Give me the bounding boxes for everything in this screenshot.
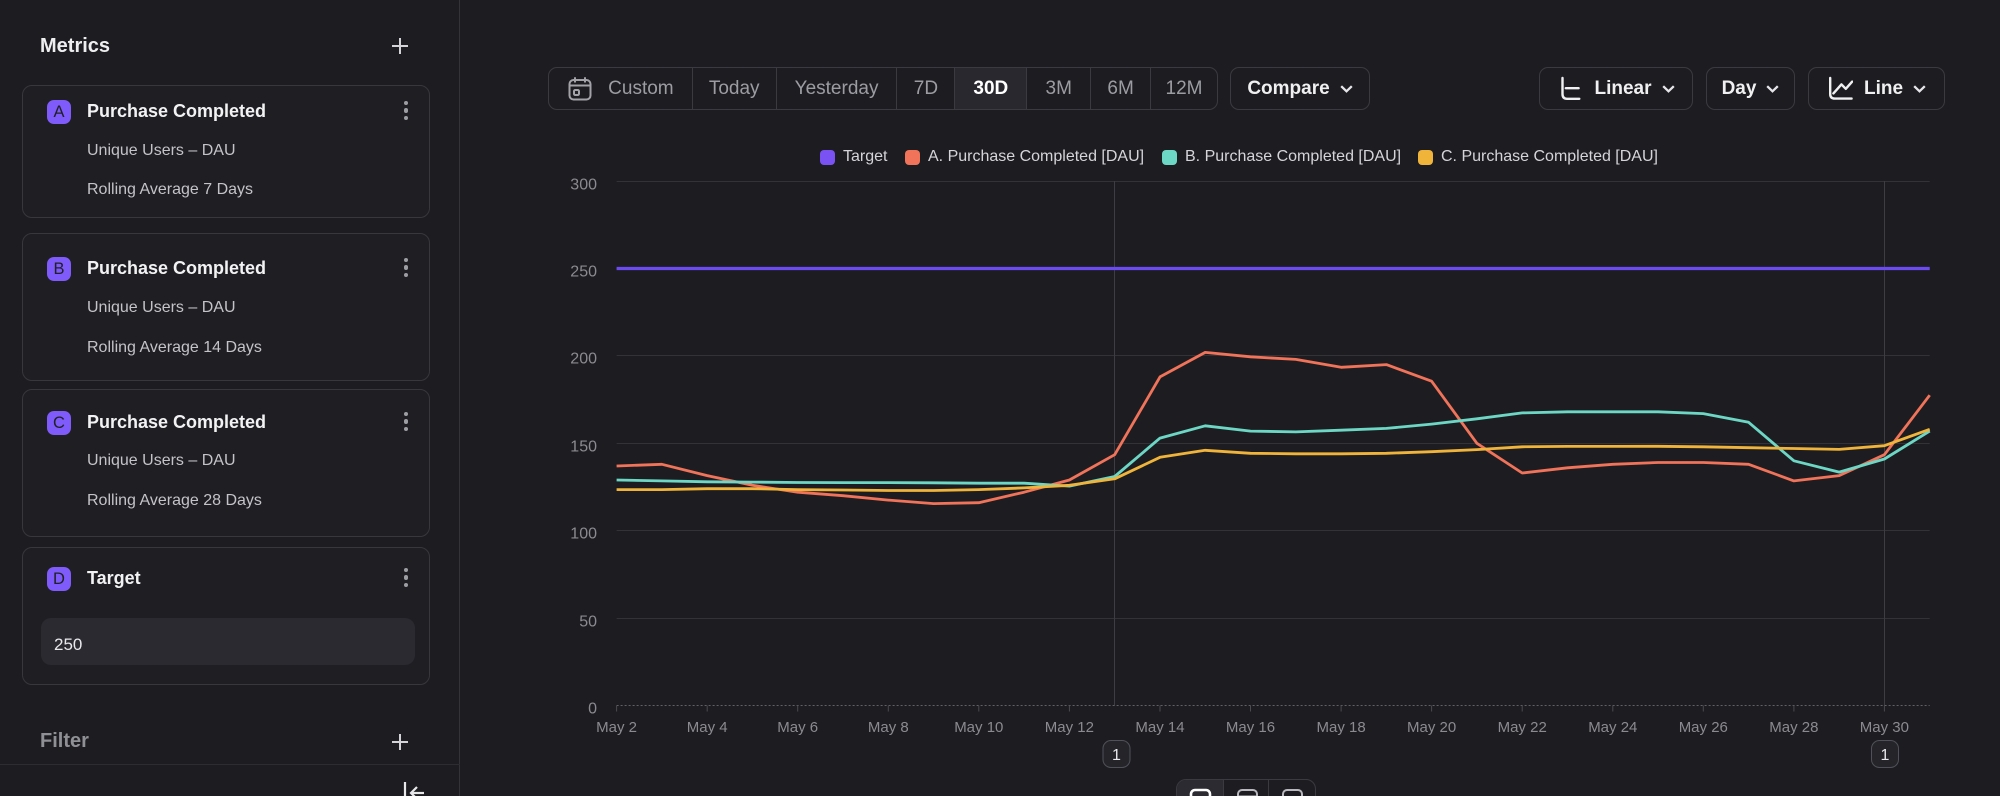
svg-text:May 14: May 14 — [1135, 719, 1184, 736]
svg-text:May 28: May 28 — [1769, 719, 1818, 736]
svg-text:0: 0 — [588, 701, 597, 718]
svg-text:May 26: May 26 — [1679, 719, 1728, 736]
svg-text:May 8: May 8 — [868, 719, 909, 736]
svg-text:May 16: May 16 — [1226, 719, 1275, 736]
svg-text:May 6: May 6 — [777, 719, 818, 736]
svg-text:50: 50 — [579, 614, 597, 631]
svg-text:100: 100 — [570, 526, 597, 543]
svg-text:May 22: May 22 — [1498, 719, 1547, 736]
svg-text:300: 300 — [570, 177, 597, 194]
svg-text:May 12: May 12 — [1045, 719, 1094, 736]
svg-text:May 18: May 18 — [1316, 719, 1365, 736]
svg-text:May 10: May 10 — [954, 719, 1003, 736]
svg-text:May 2: May 2 — [596, 719, 637, 736]
svg-text:1: 1 — [1112, 747, 1121, 764]
svg-text:May 24: May 24 — [1588, 719, 1637, 736]
svg-text:250: 250 — [570, 264, 597, 281]
svg-text:May 30: May 30 — [1860, 719, 1909, 736]
svg-text:May 4: May 4 — [687, 719, 728, 736]
svg-text:May 20: May 20 — [1407, 719, 1456, 736]
svg-text:200: 200 — [570, 351, 597, 368]
svg-text:150: 150 — [570, 439, 597, 456]
svg-text:1: 1 — [1881, 747, 1890, 764]
